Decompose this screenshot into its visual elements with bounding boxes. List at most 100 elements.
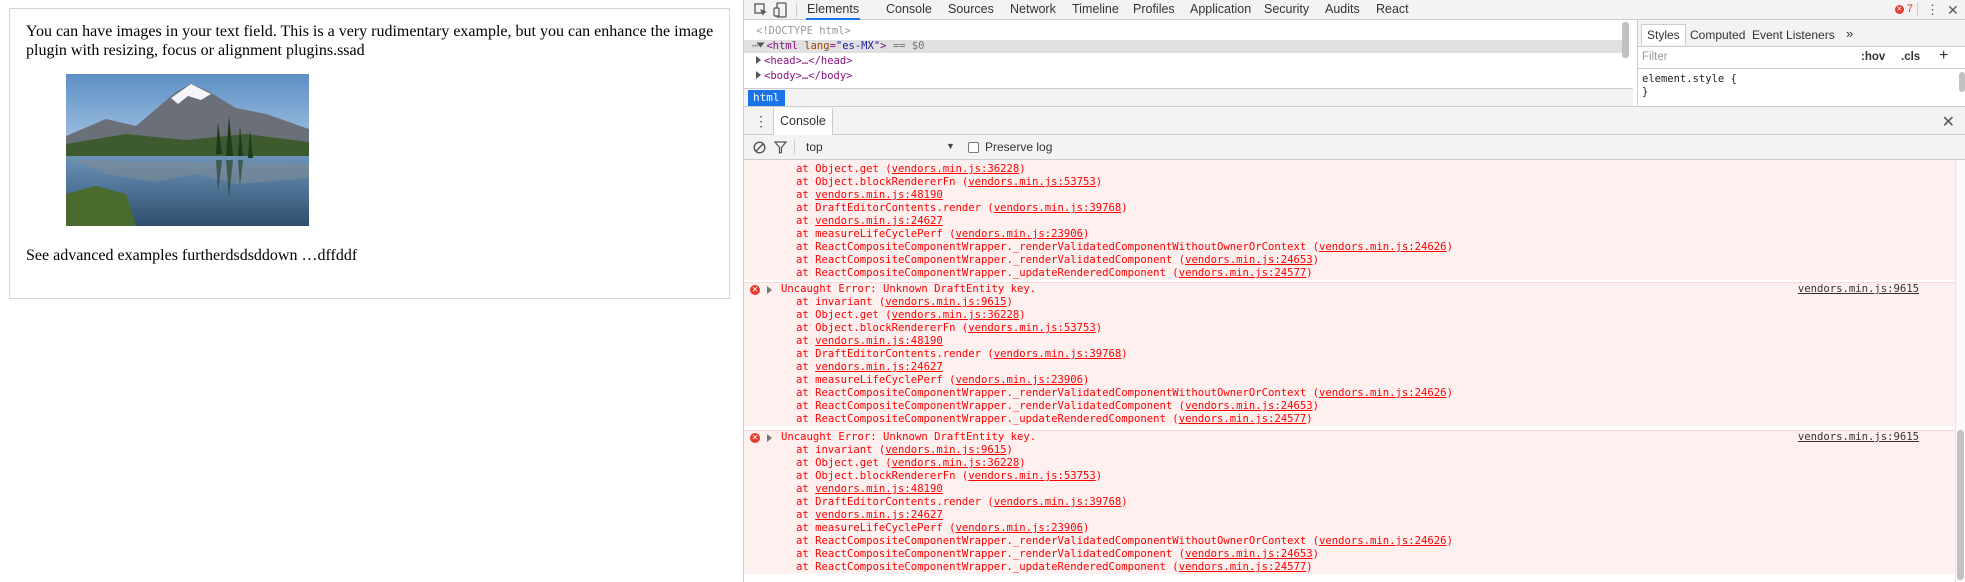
tab-console[interactable]: Console — [885, 0, 933, 20]
source-link[interactable]: vendors.min.js:24627 — [815, 509, 943, 521]
context-dropdown-icon[interactable]: ▼ — [946, 141, 955, 151]
source-link[interactable]: vendors.min.js:24577 — [1179, 561, 1307, 573]
class-toggle[interactable]: .cls — [1901, 51, 1920, 63]
source-link[interactable]: vendors.min.js:36228 — [892, 163, 1020, 175]
drawer-menu-icon[interactable]: ⋮ — [754, 113, 768, 130]
dom-html-node[interactable]: ⋯ <html lang="es-MX"> == $0 — [744, 40, 1628, 53]
error-header[interactable]: ✕ Uncaught Error: Unknown DraftEntity key… — [744, 431, 1955, 444]
stack-frame-text: at ReactCompositeComponentWrapper._updat… — [796, 267, 1179, 279]
stack-frame-text: at ReactCompositeComponentWrapper._updat… — [796, 413, 1179, 425]
source-link[interactable]: vendors.min.js:23906 — [955, 522, 1083, 534]
stack-frame-text: at Object.blockRendererFn ( — [796, 322, 969, 334]
source-link[interactable]: vendors.min.js:24577 — [1179, 413, 1307, 425]
tab-audits[interactable]: Audits — [1324, 0, 1361, 20]
source-link[interactable]: vendors.min.js:9615 — [885, 444, 1006, 456]
stack-frame: at vendors.min.js:24627 — [744, 215, 1955, 228]
source-link[interactable]: vendors.min.js:36228 — [892, 457, 1020, 469]
new-style-rule-icon[interactable]: + — [1939, 47, 1948, 65]
dom-doctype[interactable]: <!DOCTYPE html> — [756, 25, 851, 38]
elements-scrollbar[interactable] — [1622, 22, 1629, 58]
console-scrollbar-track[interactable] — [1955, 160, 1965, 582]
styles-scrollbar[interactable] — [1959, 72, 1965, 92]
tab-sources[interactable]: Sources — [947, 0, 995, 20]
more-tabs-icon[interactable]: » — [1846, 26, 1853, 41]
error-source-link[interactable]: vendors.min.js:9615 — [1798, 431, 1919, 444]
source-link[interactable]: vendors.min.js:24653 — [1185, 254, 1313, 266]
tab-elements[interactable]: Elements — [806, 0, 861, 20]
console-error-message[interactable]: ✕ Uncaught Error: Unknown DraftEntity key… — [744, 282, 1955, 426]
editor-paragraph[interactable]: See advanced examples furtherdsdsddown …… — [26, 246, 357, 265]
tab-security[interactable]: Security — [1263, 0, 1310, 20]
error-count-badge[interactable]: ✕ 7 — [1894, 3, 1913, 15]
source-link[interactable]: vendors.min.js:39768 — [994, 496, 1122, 508]
console-scrollbar-thumb[interactable] — [1957, 430, 1964, 580]
source-link[interactable]: vendors.min.js:24653 — [1185, 548, 1313, 560]
tab-timeline[interactable]: Timeline — [1071, 0, 1120, 20]
styles-filter-input[interactable]: Filter — [1642, 51, 1668, 63]
source-link[interactable]: vendors.min.js:36228 — [892, 309, 1020, 321]
tab-profiles[interactable]: Profiles — [1132, 0, 1176, 20]
error-header[interactable]: ✕ Uncaught Error: Unknown DraftEntity key… — [744, 283, 1955, 296]
stack-frame-tail: ) — [1306, 267, 1313, 279]
rich-text-editor[interactable]: You can have images in your text field. … — [9, 8, 730, 299]
source-link[interactable]: vendors.min.js:24626 — [1319, 241, 1447, 253]
source-link[interactable]: vendors.min.js:23906 — [955, 228, 1083, 240]
tab-react[interactable]: React — [1375, 0, 1410, 20]
collapse-triangle-icon[interactable] — [756, 42, 765, 48]
expand-triangle-icon[interactable] — [767, 434, 772, 442]
tab-event-listeners[interactable]: Event Listeners — [1752, 28, 1835, 42]
source-link[interactable]: vendors.min.js:48190 — [815, 335, 943, 347]
source-link[interactable]: vendors.min.js:48190 — [815, 483, 943, 495]
device-toolbar-icon[interactable] — [773, 2, 789, 18]
close-devtools-icon[interactable]: ✕ — [1947, 2, 1959, 19]
clear-console-icon[interactable] — [753, 141, 766, 154]
source-link[interactable]: vendors.min.js:9615 — [885, 296, 1006, 308]
filter-icon[interactable] — [774, 141, 787, 154]
drawer-tab-console[interactable]: Console — [773, 108, 833, 135]
source-link[interactable]: vendors.min.js:24627 — [815, 361, 943, 373]
expand-triangle-icon[interactable] — [756, 71, 761, 79]
source-link[interactable]: vendors.min.js:53753 — [968, 176, 1096, 188]
stack-frame: at ReactCompositeComponentWrapper._updat… — [744, 561, 1955, 574]
source-link[interactable]: vendors.min.js:24653 — [1185, 400, 1313, 412]
tab-application[interactable]: Application — [1189, 0, 1252, 20]
expand-triangle-icon[interactable] — [756, 56, 761, 64]
preserve-log-checkbox[interactable] — [968, 142, 979, 153]
source-link[interactable]: vendors.min.js:48190 — [815, 189, 943, 201]
drawer-header: ⋮ Console ✕ — [744, 106, 1965, 135]
source-link[interactable]: vendors.min.js:24627 — [815, 215, 943, 227]
source-link[interactable]: vendors.min.js:53753 — [968, 322, 1096, 334]
element-style-rule[interactable]: element.style { — [1642, 73, 1737, 85]
source-link[interactable]: vendors.min.js:39768 — [994, 348, 1122, 360]
breadcrumb-html[interactable]: html — [748, 90, 785, 106]
console-error-message[interactable]: at Object.get (vendors.min.js:36228) at O… — [744, 160, 1955, 280]
source-link[interactable]: vendors.min.js:53753 — [968, 470, 1096, 482]
stack-frame: at ReactCompositeComponentWrapper._rende… — [744, 535, 1955, 548]
dom-head-node[interactable]: <head>…</head> — [756, 55, 853, 68]
source-link[interactable]: vendors.min.js:39768 — [994, 202, 1122, 214]
error-source-link[interactable]: vendors.min.js:9615 — [1798, 283, 1919, 296]
source-link[interactable]: vendors.min.js:24626 — [1319, 387, 1447, 399]
tab-styles[interactable]: Styles — [1641, 24, 1686, 45]
error-text: Uncaught Error: Unknown DraftEntity key. — [781, 283, 1037, 295]
console-error-message[interactable]: ✕ Uncaught Error: Unknown DraftEntity key… — [744, 430, 1955, 574]
hover-state-toggle[interactable]: :hov — [1861, 51, 1885, 63]
source-link[interactable]: vendors.min.js:23906 — [955, 374, 1083, 386]
stack-frame: at vendors.min.js:24627 — [744, 509, 1955, 522]
context-selector[interactable]: top — [806, 140, 823, 154]
source-link[interactable]: vendors.min.js:24626 — [1319, 535, 1447, 547]
editor-paragraph[interactable]: You can have images in your text field. … — [26, 22, 726, 60]
expand-triangle-icon[interactable] — [767, 286, 772, 294]
dom-body-node[interactable]: <body>…</body> — [756, 70, 853, 83]
stack-frame: at Object.blockRendererFn (vendors.min.j… — [744, 322, 1955, 335]
close-drawer-icon[interactable]: ✕ — [1942, 112, 1955, 132]
customize-menu-icon[interactable]: ⋮ — [1926, 2, 1939, 18]
stack-frame-text: at — [796, 215, 816, 227]
tab-computed[interactable]: Computed — [1690, 28, 1745, 42]
stack-frame: at ReactCompositeComponentWrapper._updat… — [744, 413, 1955, 426]
landscape-image[interactable] — [66, 74, 309, 226]
tab-network[interactable]: Network — [1009, 0, 1057, 20]
stack-frame: at invariant (vendors.min.js:9615) — [744, 296, 1955, 309]
inspect-element-icon[interactable] — [753, 2, 769, 18]
source-link[interactable]: vendors.min.js:24577 — [1179, 267, 1307, 279]
